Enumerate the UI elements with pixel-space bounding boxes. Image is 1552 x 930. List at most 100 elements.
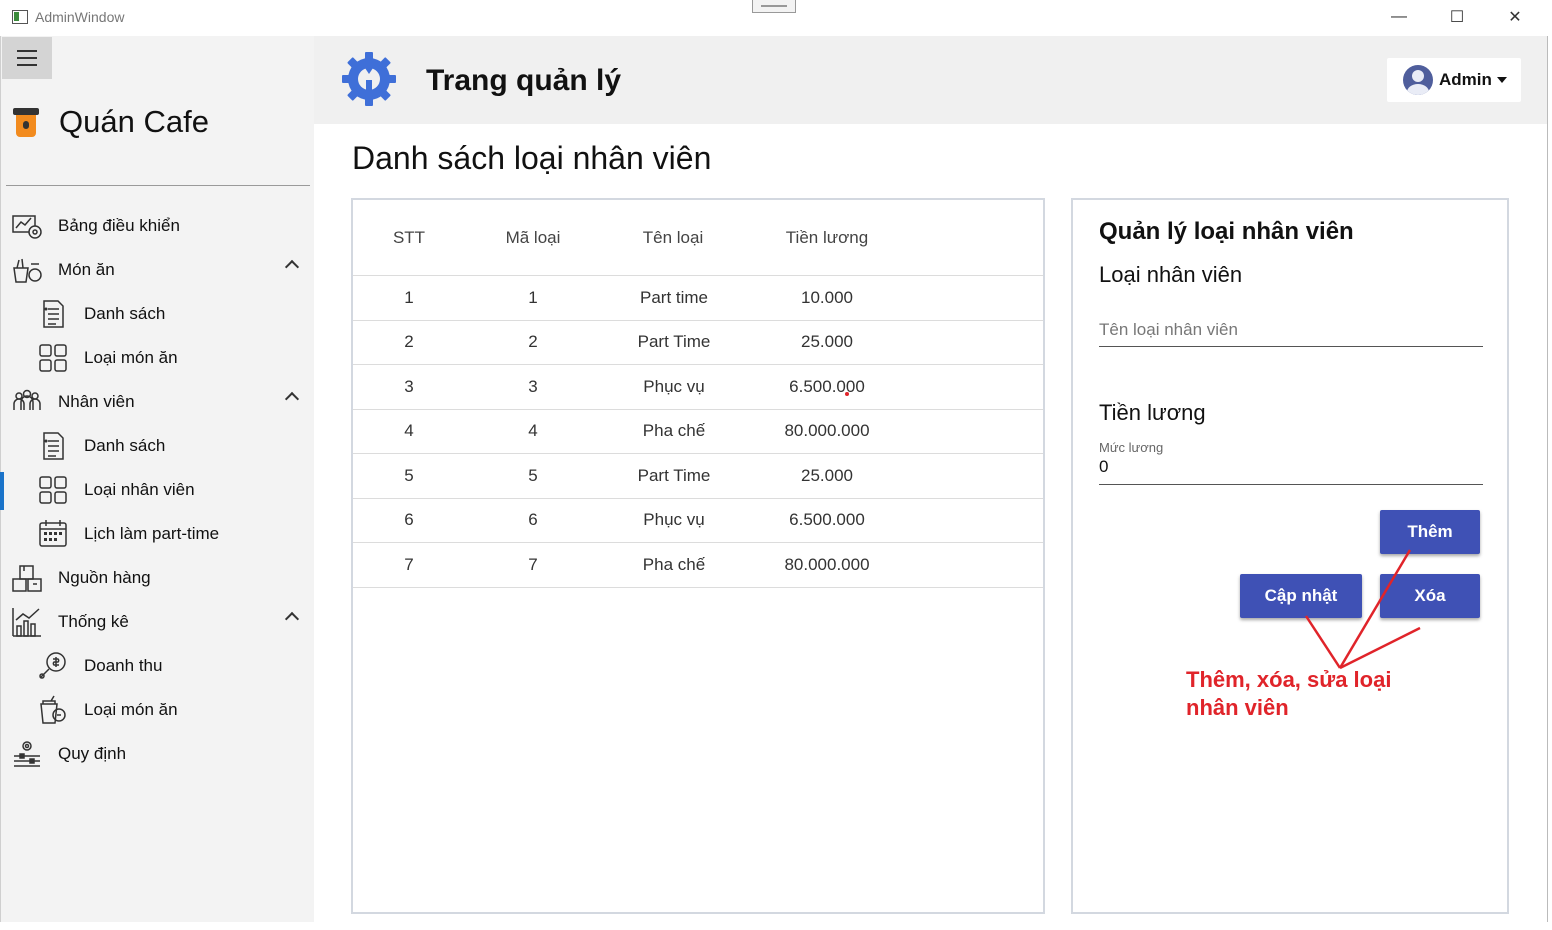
- chevron-up-icon[interactable]: [284, 391, 300, 407]
- type-label: Loại nhân viên: [1099, 262, 1243, 287]
- sidebar-item-8[interactable]: Nguồn hàng: [1, 556, 315, 600]
- table-cell: 10.000: [801, 287, 853, 307]
- food-icon: [11, 254, 43, 286]
- table-cell: 7: [528, 554, 538, 574]
- caret-down-icon: [1496, 77, 1507, 83]
- table-cell: 6: [404, 510, 414, 530]
- sidebar-item-2[interactable]: Danh sách: [1, 292, 315, 336]
- sidebar-item-0[interactable]: Bảng điều khiển: [1, 204, 315, 248]
- table-cell: Phục vụ: [643, 510, 705, 530]
- stats-icon: [11, 606, 43, 638]
- table-cell: 7: [404, 554, 414, 574]
- table-cell: Part Time: [637, 332, 711, 352]
- drink-stats-icon: [37, 694, 69, 726]
- sidebar-item-label: Danh sách: [84, 436, 166, 455]
- section-title: Danh sách loại nhân viên: [352, 140, 712, 176]
- column-header-salary[interactable]: Tiền lương: [745, 228, 909, 248]
- table-cell: Part time: [639, 287, 709, 307]
- table-cell: Pha chế: [642, 554, 706, 574]
- sidebar: Quán Cafe Bảng điều khiển Món ăn Danh sách…: [0, 36, 314, 922]
- sidebar-item-7[interactable]: Lịch làm part-time: [1, 512, 315, 556]
- table-cell: Pha chế: [642, 421, 706, 441]
- table-cell: 2: [528, 332, 538, 352]
- user-name: Admin: [1439, 70, 1492, 89]
- table-cell: 3: [528, 376, 538, 396]
- table-cell: 4: [404, 421, 414, 441]
- category-grid-icon: [37, 342, 69, 374]
- table-row[interactable]: 6 6 Phục vụ 6.500.000: [353, 499, 1043, 543]
- table-cell: 6: [528, 510, 538, 530]
- table-cell: 80.000.000: [784, 421, 870, 441]
- type-name-input[interactable]: Tên loại nhân viên: [1099, 320, 1483, 347]
- close-button[interactable]: ✕: [1486, 0, 1544, 34]
- sidebar-item-12[interactable]: Quy định: [1, 732, 315, 776]
- table-cell: 25.000: [801, 332, 853, 352]
- sidebar-item-10[interactable]: Doanh thu: [1, 644, 315, 688]
- delete-button[interactable]: Xóa: [1380, 574, 1480, 618]
- list-icon: [37, 430, 69, 462]
- user-menu-button[interactable]: Admin: [1387, 58, 1521, 102]
- table-cell: 2: [404, 332, 414, 352]
- table-row[interactable]: 4 4 Pha chế 80.000.000: [353, 410, 1043, 454]
- staff-icon: [11, 386, 43, 418]
- sidebar-item-5[interactable]: Danh sách: [1, 424, 315, 468]
- sidebar-item-1[interactable]: Món ăn: [1, 248, 315, 292]
- sidebar-item-label: Quy định: [58, 744, 127, 763]
- sidebar-item-11[interactable]: Loại món ăn: [1, 688, 315, 732]
- chevron-up-icon[interactable]: [284, 611, 300, 627]
- table-header: STT Mã loại Tên loại Tiền lương: [353, 200, 1043, 276]
- settings-sliders-icon: [11, 738, 43, 770]
- hamburger-icon: [17, 57, 37, 59]
- sidebar-item-label: Nguồn hàng: [58, 568, 151, 587]
- column-header-name[interactable]: Tên loại: [601, 228, 745, 248]
- minimize-button[interactable]: —: [1370, 0, 1428, 34]
- form-title: Quản lý loại nhân viên: [1099, 218, 1354, 245]
- avatar-icon: [1403, 65, 1433, 95]
- sidebar-item-6[interactable]: Loại nhân viên: [0, 468, 315, 512]
- table-cell: 5: [528, 465, 538, 485]
- sidebar-item-9[interactable]: Thống kê: [1, 600, 315, 644]
- sidebar-item-3[interactable]: Loại món ăn: [1, 336, 315, 380]
- table-cell: 6.500.000: [789, 376, 865, 396]
- salary-hint: Mức lương: [1099, 440, 1164, 455]
- coffee-cup-icon: [13, 106, 39, 138]
- sidebar-item-4[interactable]: Nhân viên: [1, 380, 315, 424]
- table-cell: 6.500.000: [789, 510, 865, 530]
- revenue-icon: [37, 650, 69, 682]
- calendar-icon: [37, 518, 69, 550]
- table-row[interactable]: 7 7 Pha chế 80.000.000: [353, 543, 1043, 588]
- employee-type-table: STT Mã loại Tên loại Tiền lương 1 1 Part t…: [351, 198, 1045, 914]
- maximize-icon: ☐: [1449, 9, 1465, 26]
- sidebar-divider: [6, 185, 310, 186]
- column-header-code[interactable]: Mã loại: [465, 228, 601, 248]
- salary-value: 0: [1099, 457, 1109, 476]
- annotation-text: Thêm, xóa, sửa loại nhân viên: [1186, 667, 1392, 720]
- update-button[interactable]: Cập nhật: [1240, 574, 1362, 618]
- table-row[interactable]: 3 3 Phục vụ 6.500.000: [353, 365, 1043, 410]
- menu-toggle-button[interactable]: [2, 37, 52, 79]
- category-grid-icon: [37, 474, 69, 506]
- app-header: Trang quản lý Admin: [314, 36, 1547, 124]
- drag-grip-handle[interactable]: [752, 0, 796, 13]
- list-icon: [37, 298, 69, 330]
- employee-type-form: Quản lý loại nhân viên Loại nhân viên Tê…: [1071, 198, 1509, 914]
- table-row[interactable]: 5 5 Part Time 25.000: [353, 454, 1043, 499]
- add-button[interactable]: Thêm: [1380, 510, 1480, 554]
- table-row[interactable]: 2 2 Part Time 25.000: [353, 321, 1043, 365]
- chevron-up-icon[interactable]: [284, 259, 300, 275]
- page-title: Trang quản lý: [426, 64, 622, 97]
- maximize-button[interactable]: ☐: [1428, 0, 1486, 34]
- salary-input[interactable]: Mức lương 0: [1099, 440, 1483, 485]
- window-right-border: [1547, 36, 1548, 922]
- settings-wrench-gear-icon: [342, 52, 396, 106]
- brand: Quán Cafe: [13, 104, 209, 140]
- table-cell: 1: [404, 287, 414, 307]
- table-row[interactable]: 1 1 Part time 10.000: [353, 276, 1043, 321]
- close-icon: ✕: [1508, 9, 1522, 26]
- table-cell: 3: [404, 376, 414, 396]
- type-name-placeholder: Tên loại nhân viên: [1099, 320, 1238, 339]
- brand-name: Quán Cafe: [59, 104, 209, 139]
- boxes-icon: [11, 562, 43, 594]
- column-header-stt[interactable]: STT: [353, 228, 465, 248]
- sidebar-item-label: Món ăn: [58, 260, 115, 279]
